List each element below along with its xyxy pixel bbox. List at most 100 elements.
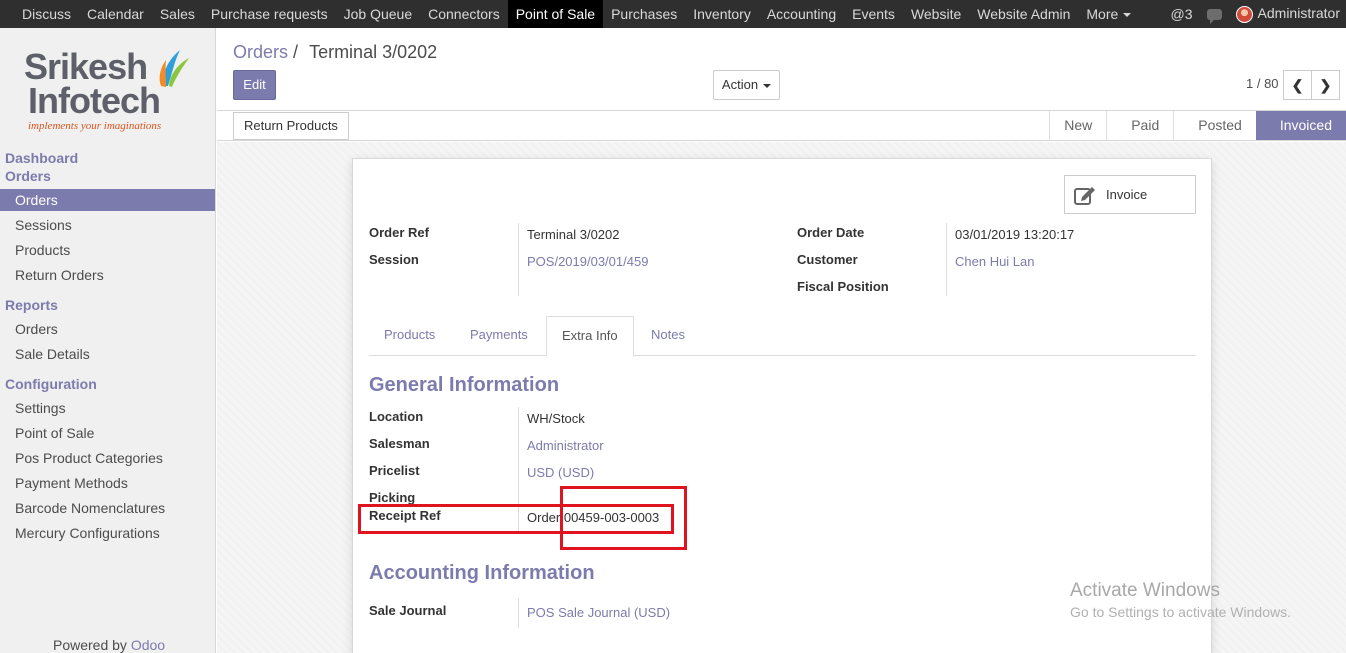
- menu-website-admin[interactable]: Website Admin: [969, 0, 1078, 28]
- sidebar-item-barcode-nomenclatures[interactable]: Barcode Nomenclatures: [0, 497, 215, 519]
- sidebar-item-orders[interactable]: Orders: [0, 189, 215, 211]
- session-link[interactable]: POS/2019/03/01/459: [527, 254, 648, 269]
- chat-icon[interactable]: [1206, 8, 1222, 24]
- fiscal-position-label: Fiscal Position: [797, 279, 889, 294]
- pencil-square-icon: [1074, 187, 1095, 205]
- sidebar-item-payment-methods[interactable]: Payment Methods: [0, 472, 215, 494]
- menu-point-of-sale[interactable]: Point of Sale: [507, 0, 604, 28]
- salesman-link[interactable]: Administrator: [527, 438, 604, 453]
- user-menu[interactable]: Administrator: [1235, 5, 1340, 23]
- menu-purchases[interactable]: Purchases: [603, 0, 685, 28]
- chevron-right-icon: ❯: [1319, 77, 1332, 93]
- tab-payments[interactable]: Payments: [455, 316, 543, 356]
- menu-purchase-requests[interactable]: Purchase requests: [203, 0, 336, 28]
- stage-paid[interactable]: Paid: [1106, 111, 1173, 140]
- picking-label: Picking: [369, 490, 416, 505]
- stage-new[interactable]: New: [1049, 111, 1106, 140]
- stage-invoiced[interactable]: Invoiced: [1255, 111, 1346, 140]
- notebook-tabs: Products Payments Extra Info Notes: [369, 316, 1196, 357]
- order-date-label: Order Date: [797, 225, 865, 240]
- logo-tagline: implements your imaginations: [28, 120, 162, 132]
- invoice-label: Invoice: [1106, 187, 1148, 202]
- sidebar-section-reports[interactable]: Reports: [5, 297, 58, 313]
- logo-leaf-icon: [159, 50, 189, 87]
- user-name: Administrator: [1257, 5, 1340, 22]
- windows-activation-title: Activate Windows: [1070, 580, 1220, 601]
- sidebar-item-pos-product-categories[interactable]: Pos Product Categories: [0, 447, 215, 469]
- menu-discuss[interactable]: Discuss: [14, 0, 79, 28]
- column-divider: [518, 598, 519, 628]
- pager-previous-button[interactable]: ❮: [1283, 70, 1312, 100]
- pricelist-label: Pricelist: [369, 463, 420, 478]
- breadcrumb-current: Terminal 3/0202: [309, 42, 438, 62]
- chevron-down-icon: [763, 83, 772, 88]
- chevron-left-icon: ❮: [1291, 77, 1304, 93]
- status-stages: New Paid Posted Invoiced: [1049, 111, 1346, 140]
- location-value: WH/Stock: [527, 411, 585, 426]
- avatar: [1235, 5, 1253, 23]
- sidebar-section-orders[interactable]: Orders: [5, 168, 51, 184]
- sidebar-dashboard[interactable]: Dashboard: [5, 150, 78, 166]
- sidebar-section-configuration[interactable]: Configuration: [5, 376, 97, 392]
- chevron-down-icon: [1123, 13, 1132, 18]
- general-information-title: General Information: [369, 374, 560, 396]
- pager-value[interactable]: 1 / 80: [1246, 76, 1279, 91]
- breadcrumb-separator: /: [293, 42, 299, 62]
- company-logo[interactable]: Srikesh Infotech implements your imagina…: [24, 49, 199, 132]
- accounting-information-title: Accounting Information: [369, 562, 595, 584]
- sidebar-item-sale-details[interactable]: Sale Details: [0, 343, 215, 365]
- menu-more[interactable]: More: [1078, 0, 1139, 28]
- highlight-box-receipt-number: [560, 486, 687, 550]
- menu-accounting[interactable]: Accounting: [759, 0, 844, 28]
- breadcrumb-orders-link[interactable]: Orders: [233, 42, 288, 62]
- tab-extra-info[interactable]: Extra Info: [546, 316, 634, 357]
- mentions-counter[interactable]: @3: [1171, 6, 1193, 22]
- windows-activation-subtitle: Go to Settings to activate Windows.: [1070, 604, 1291, 620]
- menu-events[interactable]: Events: [844, 0, 903, 28]
- action-dropdown[interactable]: Action: [713, 70, 780, 100]
- menu-website[interactable]: Website: [903, 0, 969, 28]
- edit-button[interactable]: Edit: [233, 70, 276, 100]
- pricelist-link[interactable]: USD (USD): [527, 465, 594, 480]
- sidebar-item-mercury-configurations[interactable]: Mercury Configurations: [0, 522, 215, 544]
- menu-connectors[interactable]: Connectors: [420, 0, 508, 28]
- tab-notes[interactable]: Notes: [636, 316, 700, 356]
- breadcrumb: Orders / Terminal 3/0202: [233, 42, 437, 63]
- invoice-smart-button[interactable]: Invoice: [1064, 175, 1196, 214]
- powered-by-prefix: Powered by: [53, 637, 127, 653]
- sidebar-item-report-orders[interactable]: Orders: [0, 318, 215, 340]
- tab-products[interactable]: Products: [369, 316, 450, 356]
- sidebar-item-return-orders[interactable]: Return Orders: [0, 264, 215, 286]
- menu-sales[interactable]: Sales: [152, 0, 203, 28]
- powered-by: Powered by Odoo: [53, 637, 165, 653]
- sale-journal-link[interactable]: POS Sale Journal (USD): [527, 605, 670, 620]
- action-label: Action: [721, 77, 759, 92]
- sidebar: Srikesh Infotech implements your imagina…: [0, 28, 216, 653]
- powered-by-odoo-link[interactable]: Odoo: [131, 637, 165, 653]
- customer-link[interactable]: Chen Hui Lan: [955, 254, 1035, 269]
- menu-more-label: More: [1086, 6, 1119, 22]
- column-divider: [946, 223, 947, 296]
- order-ref-value: Terminal 3/0202: [527, 227, 620, 242]
- menu-inventory[interactable]: Inventory: [685, 0, 759, 28]
- order-ref-label: Order Ref: [369, 225, 429, 240]
- pager-next-button[interactable]: ❯: [1311, 70, 1340, 100]
- app-menu: Discuss Calendar Sales Purchase requests…: [14, 0, 1139, 28]
- menu-job-queue[interactable]: Job Queue: [336, 0, 421, 28]
- customer-label: Customer: [797, 252, 858, 267]
- stage-posted[interactable]: Posted: [1173, 111, 1256, 140]
- top-navbar: Discuss Calendar Sales Purchase requests…: [0, 0, 1346, 28]
- column-divider: [518, 223, 519, 296]
- systray: @3 Administrator: [1171, 0, 1340, 28]
- sidebar-item-products[interactable]: Products: [0, 239, 215, 261]
- menu-calendar[interactable]: Calendar: [79, 0, 152, 28]
- form-statusbar: Return Products New Paid Posted Invoiced: [217, 110, 1346, 141]
- sidebar-item-sessions[interactable]: Sessions: [0, 214, 215, 236]
- sidebar-item-settings[interactable]: Settings: [0, 397, 215, 419]
- location-label: Location: [369, 409, 424, 424]
- session-label: Session: [369, 252, 419, 267]
- return-products-button[interactable]: Return Products: [233, 112, 349, 140]
- order-date-value: 03/01/2019 13:20:17: [955, 227, 1075, 242]
- sidebar-item-point-of-sale[interactable]: Point of Sale: [0, 422, 215, 444]
- sale-journal-label: Sale Journal: [369, 603, 447, 618]
